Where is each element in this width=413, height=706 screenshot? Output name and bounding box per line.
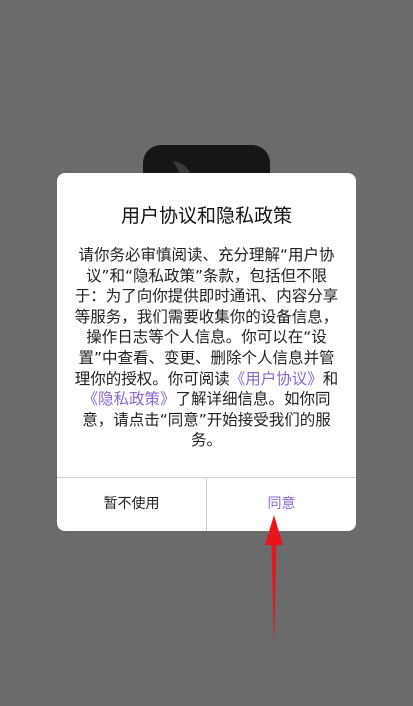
dialog-title: 用户协议和隐私政策 [120,205,292,227]
dialog-body: 请你务必审慎阅读、充分理解“用户协议”和“隐私政策”条款，包括但不限于：为了向你… [71,245,342,451]
red-arrow-icon [265,515,283,646]
body-text-intro: 请你务必审慎阅读、充分理解“用户协议”和“隐私政策”条款，包括但不限于：为了向你… [74,246,339,388]
decline-button[interactable]: 暂不使用 [57,478,206,531]
privacy-dialog: 用户协议和隐私政策 请你务必审慎阅读、充分理解“用户协议”和“隐私政策”条款，包… [57,173,356,531]
body-text-and: 和 [322,369,339,388]
user-agreement-link[interactable]: 《用户协议》 [230,370,323,388]
privacy-policy-link[interactable]: 《隐私政策》 [82,390,175,408]
